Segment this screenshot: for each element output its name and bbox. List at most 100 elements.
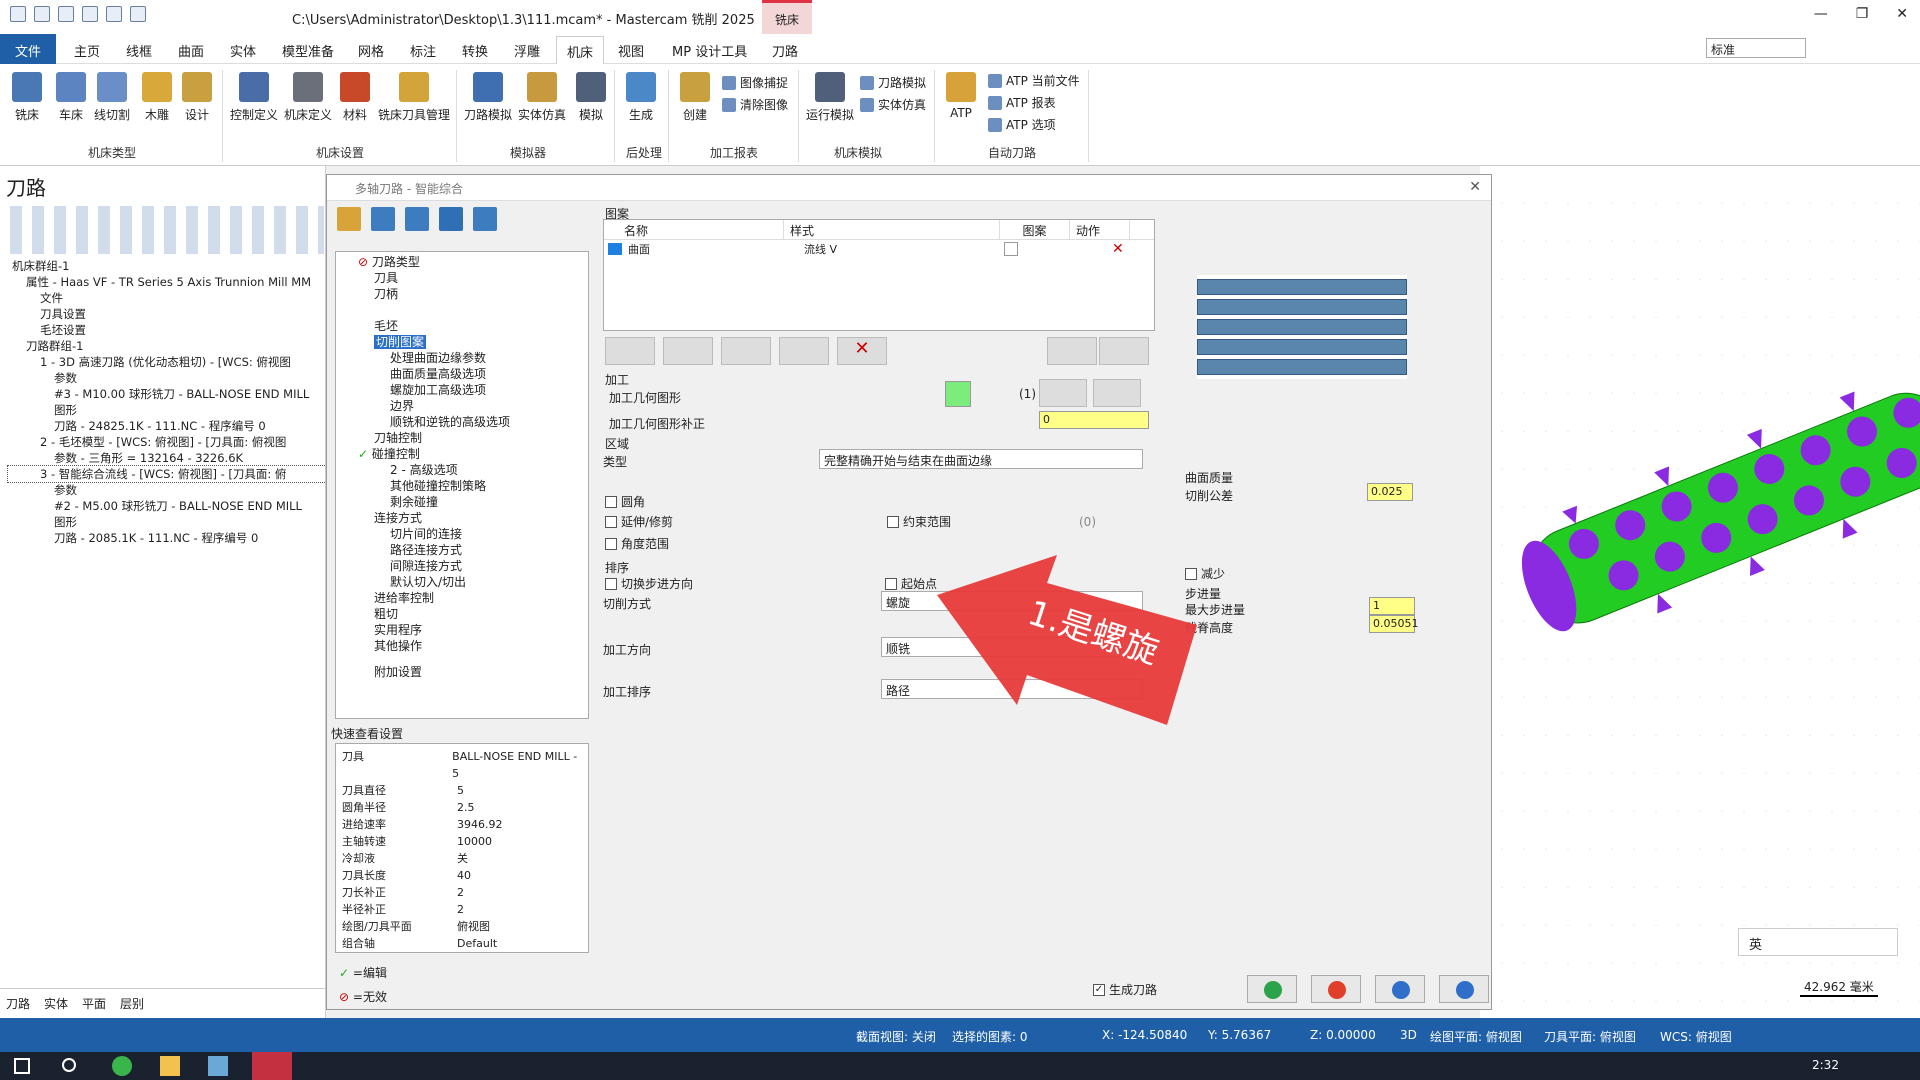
lathe-button[interactable]: 车床 bbox=[56, 72, 86, 123]
search-icon[interactable] bbox=[62, 1058, 76, 1072]
tree-item[interactable]: 图形 bbox=[8, 402, 326, 418]
nav-item[interactable]: 间隙连接方式 bbox=[336, 558, 588, 574]
region-type-select[interactable]: 完整精确开始与结束在曲面边缘 bbox=[819, 449, 1143, 469]
nav-item[interactable]: 其他操作 bbox=[336, 638, 588, 654]
max-step-input[interactable]: 1 bbox=[1369, 597, 1415, 615]
tree-item-selected[interactable]: 3 - 智能综合流线 - [WCS: 俯视图] - [刀具面: 俯 bbox=[7, 465, 327, 483]
browser-icon[interactable] bbox=[112, 1056, 132, 1076]
clear-image-button[interactable]: 清除图像 bbox=[722, 96, 788, 113]
nav-item[interactable]: 粗切 bbox=[336, 606, 588, 622]
tab-toolpaths[interactable]: 刀路 bbox=[6, 995, 30, 1011]
clock[interactable]: 2:32 bbox=[1812, 1058, 1839, 1072]
graphics-viewport[interactable] bbox=[1480, 166, 1920, 1018]
nav-item[interactable]: 螺旋加工高级选项 bbox=[336, 382, 588, 398]
style-select[interactable]: 标准 bbox=[1706, 38, 1806, 58]
tree-item[interactable]: 毛坯设置 bbox=[8, 322, 326, 338]
menu-mesh[interactable]: 网格 bbox=[358, 41, 384, 60]
menu-machine[interactable]: 机床 bbox=[556, 36, 605, 64]
geometry-color[interactable] bbox=[945, 381, 971, 407]
app-icon[interactable] bbox=[208, 1056, 228, 1076]
nav-item[interactable]: 附加设置 bbox=[336, 664, 588, 680]
menu-annotate[interactable]: 标注 bbox=[410, 41, 436, 60]
chevron-down-icon[interactable] bbox=[1004, 242, 1018, 256]
tree-item[interactable]: 参数 bbox=[8, 482, 326, 498]
save-icon[interactable] bbox=[34, 6, 50, 22]
nav-item[interactable]: 毛坯 bbox=[336, 318, 588, 334]
select-geometry-button[interactable] bbox=[1039, 379, 1087, 407]
menu-wireframe[interactable]: 线框 bbox=[126, 41, 152, 60]
minimize-icon[interactable]: — bbox=[1814, 6, 1828, 22]
tree-item[interactable]: 机床群组-1 bbox=[8, 258, 326, 274]
redo-icon[interactable] bbox=[130, 6, 146, 22]
select-button[interactable] bbox=[1047, 337, 1097, 365]
view-mode[interactable]: 3D bbox=[1400, 1028, 1417, 1042]
context-tab-mill[interactable]: 铣床 bbox=[762, 0, 812, 34]
tree-item[interactable]: 文件 bbox=[8, 290, 326, 306]
design-button[interactable]: 设计 bbox=[182, 72, 212, 123]
menu-surface[interactable]: 曲面 bbox=[178, 41, 204, 60]
nav-item[interactable]: 剩余碰撞 bbox=[336, 494, 588, 510]
section-view-status[interactable]: 截面视图: 关闭 bbox=[856, 1028, 936, 1045]
nav-item[interactable]: 曲面质量高级选项 bbox=[336, 366, 588, 382]
minimize-dialog-icon[interactable] bbox=[473, 207, 497, 231]
toolpath-sim-button[interactable]: 刀路模拟 bbox=[464, 72, 512, 123]
atp-report-button[interactable]: ATP 报表 bbox=[988, 94, 1056, 111]
tree-item[interactable]: 刀路 - 2085.1K - 111.NC - 程序编号 0 bbox=[8, 530, 326, 546]
nav-item[interactable]: 进给率控制 bbox=[336, 590, 588, 606]
help-button[interactable] bbox=[1439, 975, 1489, 1003]
angle-range-checkbox[interactable]: 角度范围 bbox=[605, 535, 669, 552]
tree-item[interactable]: 刀路 - 24825.1K - 111.NC - 程序编号 0 bbox=[8, 418, 326, 434]
menu-home[interactable]: 主页 bbox=[74, 41, 100, 60]
delete-icon[interactable]: ✕ bbox=[1112, 241, 1124, 257]
close-icon[interactable]: ✕ bbox=[1896, 6, 1908, 22]
wcs-status[interactable]: WCS: 俯视图 bbox=[1660, 1028, 1732, 1045]
tool-icon[interactable] bbox=[337, 207, 361, 231]
menu-transform[interactable]: 转换 bbox=[462, 41, 488, 60]
tree-item[interactable]: 1 - 3D 高速刀路 (优化动态粗切) - [WCS: 俯视图 bbox=[8, 354, 326, 370]
save-icon[interactable] bbox=[371, 207, 395, 231]
nav-item[interactable]: 切片间的连接 bbox=[336, 526, 588, 542]
tree-item[interactable]: 刀路群组-1 bbox=[8, 338, 326, 354]
simulate-button[interactable]: 模拟 bbox=[576, 72, 606, 123]
nav-item[interactable]: 处理曲面边缘参数 bbox=[336, 350, 588, 366]
tree-item[interactable]: 参数 bbox=[8, 370, 326, 386]
tree-item[interactable]: 2 - 毛坯模型 - [WCS: 俯视图] - [刀具面: 俯视图 bbox=[8, 434, 326, 450]
mastercam-icon[interactable] bbox=[252, 1052, 292, 1080]
nav-item[interactable]: 路径连接方式 bbox=[336, 542, 588, 558]
tree-item[interactable]: 属性 - Haas VF - TR Series 5 Axis Trunnion… bbox=[8, 274, 326, 290]
fillet-checkbox[interactable]: 圆角 bbox=[605, 493, 645, 510]
nav-item[interactable]: 2 - 高级选项 bbox=[336, 462, 588, 478]
add-surface-button[interactable] bbox=[605, 337, 655, 365]
tab-solids[interactable]: 实体 bbox=[44, 995, 68, 1011]
solid-sim-button[interactable]: 实体仿真 bbox=[518, 72, 566, 123]
tree-item[interactable]: #2 - M5.00 球形铣刀 - BALL-NOSE END MILL bbox=[8, 498, 326, 514]
nav-item[interactable]: 刀轴控制 bbox=[336, 430, 588, 446]
material-button[interactable]: 材料 bbox=[340, 72, 370, 123]
ok-button[interactable] bbox=[1247, 975, 1297, 1003]
scallop-input[interactable]: 0.05051 bbox=[1369, 615, 1419, 633]
nav-item-selected[interactable]: 切削图案 bbox=[374, 335, 427, 349]
export-icon[interactable] bbox=[405, 207, 429, 231]
image-capture-button[interactable]: 图像捕捉 bbox=[722, 74, 788, 91]
offset-input[interactable]: 0 bbox=[1039, 411, 1149, 429]
atp-current-file-button[interactable]: ATP 当前文件 bbox=[988, 72, 1080, 89]
atp-button[interactable]: ATP bbox=[946, 72, 976, 120]
table-row[interactable]: 曲面 流线 V ✕ bbox=[604, 240, 1154, 258]
remove-all-button[interactable]: ✕ bbox=[837, 337, 887, 365]
nav-item[interactable]: 其他碰撞控制策略 bbox=[336, 478, 588, 494]
solid-sim-small-button[interactable]: 实体仿真 bbox=[860, 96, 926, 113]
menu-mp-design[interactable]: MP 设计工具 bbox=[672, 41, 747, 60]
clear-geometry-button[interactable] bbox=[1093, 379, 1141, 407]
tool-manager-button[interactable]: 铣床刀具管理 bbox=[378, 72, 450, 123]
view-icon[interactable] bbox=[439, 207, 463, 231]
nav-item[interactable]: ⊘ 刀路类型 bbox=[336, 254, 588, 270]
control-def-button[interactable]: 控制定义 bbox=[230, 72, 278, 123]
print-icon[interactable] bbox=[82, 6, 98, 22]
cancel-button[interactable] bbox=[1311, 975, 1361, 1003]
clear-button[interactable] bbox=[1099, 337, 1149, 365]
menu-view[interactable]: 视图 bbox=[618, 41, 644, 60]
tree-item[interactable]: 图形 bbox=[8, 514, 326, 530]
undo-icon[interactable] bbox=[106, 6, 122, 22]
tree-item[interactable]: 刀具设置 bbox=[8, 306, 326, 322]
nav-item[interactable]: 刀柄 bbox=[336, 286, 588, 302]
